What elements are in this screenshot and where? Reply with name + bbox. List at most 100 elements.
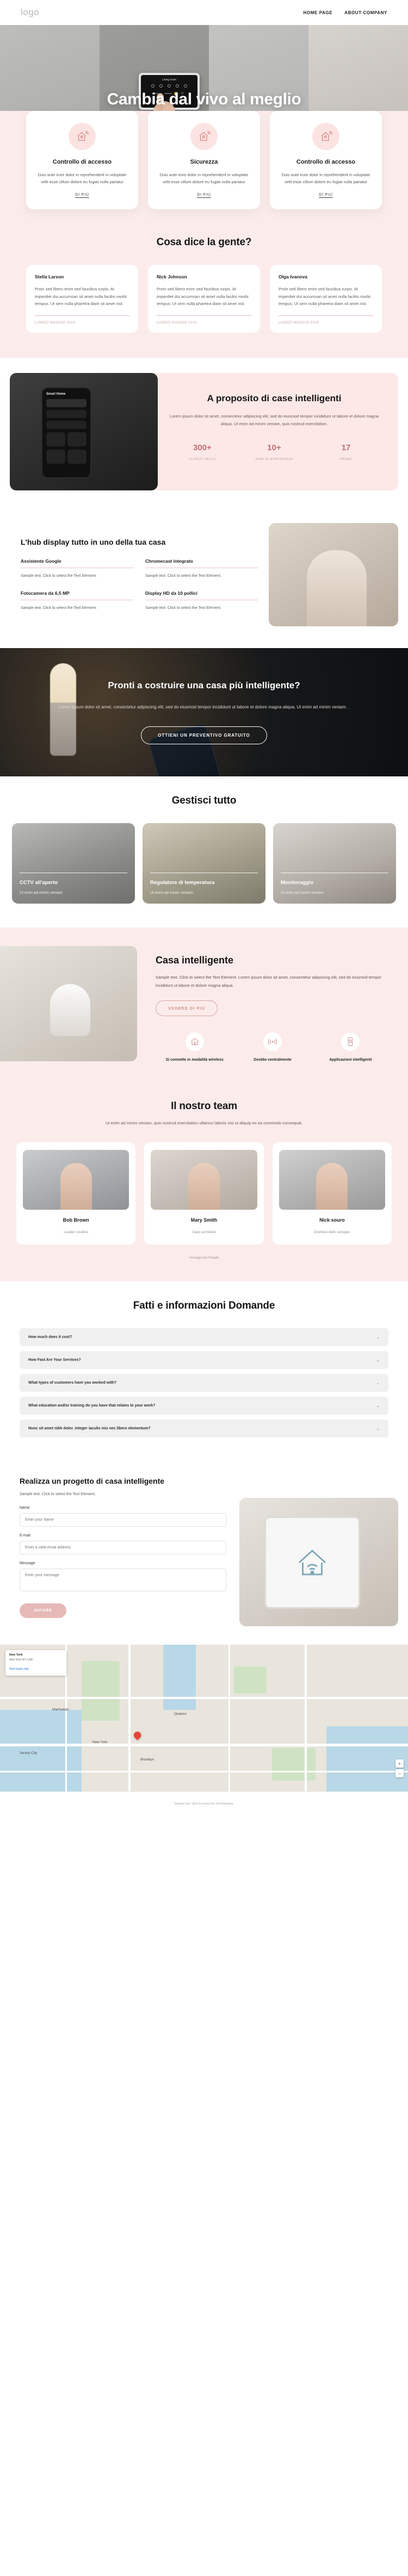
feature-card[interactable]: Controllo di accesso Duis aute irure dol… xyxy=(270,111,382,210)
manage-card[interactable]: Monitoraggio Ut enim ad minim veniam xyxy=(273,823,396,904)
hub-feature-list: Assistente Google Sample text. Click to … xyxy=(21,558,258,612)
site-footer: Sample text. Click to select the Text El… xyxy=(0,1791,408,1816)
form-field-name: Name xyxy=(20,1506,226,1527)
smart-home-icon xyxy=(69,123,96,150)
stat-item: 17 PREMI xyxy=(310,443,382,462)
feature-card-title: Controllo di accesso xyxy=(52,159,112,165)
email-input[interactable] xyxy=(20,1541,226,1555)
hub-section: L'hub display tutto in uno della tua cas… xyxy=(0,508,408,648)
manage-title: Gestisci tutto xyxy=(171,794,237,806)
zoom-in-button[interactable]: + xyxy=(395,1759,404,1768)
feature-more-link[interactable]: DI PIÙ xyxy=(319,193,332,197)
nav-link-about-company[interactable]: ABOUT COMPANY xyxy=(344,10,387,15)
faq-item[interactable]: What types of customers have you worked … xyxy=(20,1374,388,1392)
smart-feature-label: Applicazioni intelligenti xyxy=(329,1057,372,1062)
team-member-role: Leader creativo xyxy=(64,1230,89,1235)
about-title: A proposito di case intelligenti xyxy=(207,393,342,403)
divider xyxy=(35,315,129,316)
feature-card-text: Duis aute irure dolor in reprehenderit i… xyxy=(38,172,127,185)
message-input[interactable] xyxy=(20,1569,226,1592)
testimonial-text: Proin sed libero enim sed faucibus turpi… xyxy=(157,287,249,307)
testimonial-card: Nick Johnson Proin sed libero enim sed f… xyxy=(148,265,260,333)
avatar xyxy=(151,1150,257,1210)
faq-item[interactable]: What education and/or training do you ha… xyxy=(20,1397,388,1415)
smart-home-icon xyxy=(312,123,339,150)
chevron-down-icon[interactable]: ⌄ xyxy=(376,1426,380,1431)
nav-link-home-page[interactable]: HOME PAGE xyxy=(304,10,333,15)
faq-title: Fatti e informazioni Domande xyxy=(133,1300,275,1312)
manage-card[interactable]: CCTV all'aperto Ut enim ad minim veniam xyxy=(12,823,135,904)
home-wifi-icon xyxy=(185,1032,204,1051)
chevron-down-icon[interactable]: ⌄ xyxy=(376,1358,380,1362)
field-label: E-mail xyxy=(20,1534,30,1538)
testimonials-section: Cosa dice la gente? Stella Larson Proin … xyxy=(0,228,408,358)
feature-more-link[interactable]: DI PIÙ xyxy=(197,193,211,197)
smart-feature: Si connette in modalità wireless xyxy=(156,1032,233,1063)
tablet-mockup xyxy=(264,1516,360,1609)
feature-card-title: Sicurezza xyxy=(190,159,218,165)
stat-number: 300+ xyxy=(193,443,212,452)
smart-feature-label: Gestito centralmente xyxy=(254,1057,292,1062)
faq-list: How much does it cost? ⌄ How Fast Are Yo… xyxy=(0,1328,408,1438)
faq-item[interactable]: How Fast Are Your Services? ⌄ xyxy=(20,1351,388,1370)
chevron-down-icon[interactable]: ⌄ xyxy=(376,1335,380,1340)
about-stats: 300+ CLIENTI FELICI 10+ ANNI DI ESPERIEN… xyxy=(166,443,382,462)
map-place-title: New York xyxy=(9,1653,23,1657)
cta-title: Pronti a costruire una casa più intellig… xyxy=(108,680,300,690)
map-info-card[interactable]: New York New York, NY, USA View larger m… xyxy=(5,1650,66,1676)
smart-feature-list: Si connette in modalità wireless Gestito… xyxy=(156,1032,390,1063)
image-credit[interactable]: Immagini da Freepik xyxy=(0,1256,408,1260)
cta-section: Pronti a costruire una casa più intellig… xyxy=(0,648,408,776)
cta-text: Lorem ipsum dolor sit amet, consectetur … xyxy=(58,704,350,710)
testimonial-date: LUNEDÌ MAGGIO 2024 xyxy=(35,321,76,325)
faq-question: What types of customers have you worked … xyxy=(28,1381,117,1385)
panel-power-icon xyxy=(151,84,154,88)
view-larger-map-link[interactable]: View larger map xyxy=(9,1667,29,1671)
smartphone-mockup: Smart Home xyxy=(41,387,91,478)
feature-card-text: Duis aute irure dolor in reprehenderit i… xyxy=(281,172,370,185)
map-section[interactable]: New York New York, NY, USA View larger m… xyxy=(0,1645,408,1792)
testimonial-text: Proin sed libero enim sed faucibus turpi… xyxy=(279,287,370,307)
about-card: A proposito di case intelligenti Lorem i… xyxy=(150,372,398,490)
hub-feature: Assistente Google Sample text. Click to … xyxy=(21,558,133,580)
smart-feature: Gestito centralmente xyxy=(233,1032,311,1063)
hub-feature-text: Sample text. Click to select the Text El… xyxy=(21,606,97,610)
hub-feature-title: Display HD da 10 pollici xyxy=(145,590,197,596)
hub-lifestyle-image xyxy=(269,522,398,626)
feature-card[interactable]: Controllo di accesso Duis aute irure dol… xyxy=(26,111,138,210)
zoom-out-button[interactable]: − xyxy=(395,1769,404,1778)
site-logo[interactable]: logo xyxy=(21,7,39,18)
testimonial-date: LUNEDÌ MAGGIO 2024 xyxy=(279,321,319,325)
faq-item[interactable]: How much does it cost? ⌄ xyxy=(20,1328,388,1347)
manage-card-text: Ut enim ad minim veniam xyxy=(20,891,63,895)
tablet-image xyxy=(239,1498,398,1627)
cta-quote-button[interactable]: OTTIENI UN PREVENTIVO GRATUITO xyxy=(141,726,267,744)
contact-section: Realizza un progetto di casa intelligent… xyxy=(0,1464,408,1645)
stat-item: 10+ ANNI DI ESPERIENZA xyxy=(238,443,310,462)
field-label: Name xyxy=(20,1506,30,1510)
feature-card[interactable]: Sicurezza Duis aute irure dolor in repre… xyxy=(148,111,260,210)
about-text: Lorem ipsum dolor sit amet, consectetur … xyxy=(169,414,379,426)
smart-feature-label: Si connette in modalità wireless xyxy=(165,1057,224,1062)
chevron-down-icon[interactable]: ⌄ xyxy=(376,1403,380,1408)
feature-card-list: Controllo di accesso Duis aute irure dol… xyxy=(0,111,408,210)
hub-content: L'hub display tutto in uno della tua cas… xyxy=(10,523,258,626)
feature-more-link[interactable]: DI PIÙ xyxy=(75,193,89,197)
main-navigation: HOME PAGE ABOUT COMPANY xyxy=(304,10,387,15)
smart-home-more-button[interactable]: VEDERE DI PIÙ xyxy=(156,1000,218,1016)
team-member-card: Nick souro Direttore dello sviluppo xyxy=(272,1142,392,1245)
name-input[interactable] xyxy=(20,1513,226,1527)
site-header: logo HOME PAGE ABOUT COMPANY xyxy=(0,0,408,25)
faq-question: How much does it cost? xyxy=(28,1335,72,1340)
testimonial-card: Stella Larson Proin sed libero enim sed … xyxy=(26,265,138,333)
signal-waves-icon xyxy=(263,1032,282,1051)
map-label-jersey-city: Jersey City xyxy=(20,1751,38,1756)
manage-card[interactable]: Regolatore di temperatura Ut enim ad min… xyxy=(143,823,265,904)
faq-item[interactable]: Nunc sit amet nibh dolor. Integer iaculi… xyxy=(20,1420,388,1438)
map-place-address: New York, NY, USA xyxy=(9,1658,33,1662)
smart-home-content: Casa intelligente Sample text. Click to … xyxy=(137,946,408,1063)
smart-home-title: Casa intelligente xyxy=(156,954,234,966)
chevron-down-icon[interactable]: ⌄ xyxy=(376,1380,380,1385)
faq-question: Nunc sit amet nibh dolor. Integer iaculi… xyxy=(28,1427,151,1431)
submit-button[interactable]: INVIARE xyxy=(20,1603,66,1619)
